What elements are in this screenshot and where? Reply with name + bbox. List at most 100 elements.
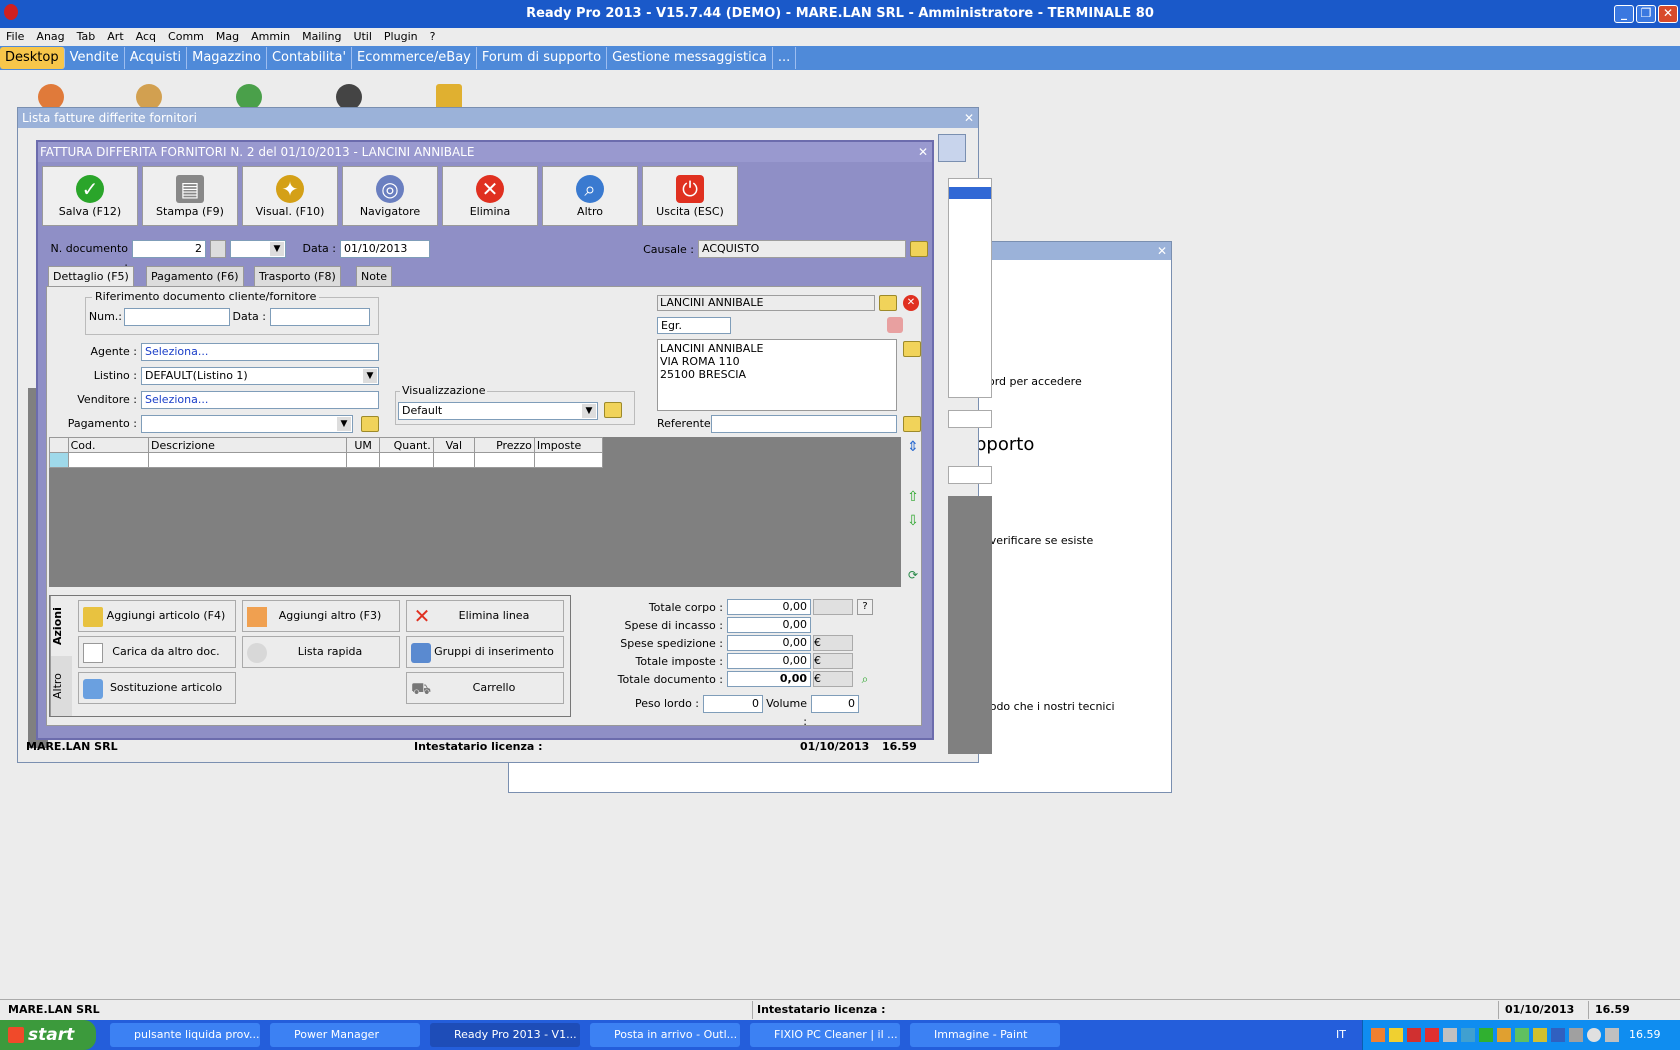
menu-acq[interactable]: Acq <box>130 28 162 46</box>
minimize-icon[interactable]: _ <box>1614 5 1634 23</box>
tab-desktop[interactable]: Desktop <box>0 47 65 69</box>
visualizzazione-select[interactable]: Default ▼ <box>398 402 598 420</box>
tab-ecommerce[interactable]: Ecommerce/eBay <box>352 47 477 69</box>
tab-contabilita[interactable]: Contabilita' <box>267 47 353 69</box>
move-up-icon[interactable]: ⇧ <box>905 489 921 505</box>
grid-header-prezzo[interactable]: Prezzo <box>474 437 535 453</box>
taskbar-item-readypro[interactable]: Ready Pro 2013 - V1... <box>430 1023 580 1047</box>
tab-note[interactable]: Note <box>356 266 393 286</box>
spese-spedizione-value[interactable]: 0,00 <box>727 635 811 651</box>
grid-header-imposte[interactable]: Imposte <box>533 437 604 453</box>
tray-icon-7[interactable] <box>1479 1028 1493 1042</box>
chevron-down-icon[interactable]: ▼ <box>337 417 351 431</box>
refresh-icon[interactable]: ⟳ <box>905 567 921 583</box>
row-indicator[interactable] <box>49 452 69 468</box>
menu-help[interactable]: ? <box>424 28 442 46</box>
cliente-clear-icon[interactable]: ✕ <box>903 295 919 311</box>
move-down-icon[interactable]: ⇩ <box>905 513 921 529</box>
referente-input[interactable] <box>711 415 897 433</box>
address-box[interactable]: LANCINI ANNIBALE VIA ROMA 110 25100 BRES… <box>657 339 897 411</box>
rows-grid[interactable]: Cod. Descrizione UM Quant. Val Prezzo Im… <box>49 437 901 587</box>
ndoc-series-select[interactable]: ▼ <box>230 240 286 258</box>
grid-header-descrizione[interactable]: Descrizione <box>148 437 348 453</box>
cliente-folder-icon[interactable] <box>879 295 897 311</box>
ndoc-input[interactable]: 2 <box>132 240 206 258</box>
exit-button[interactable]: ⏻ Uscita (ESC) <box>642 166 738 226</box>
tab-acquisti[interactable]: Acquisti <box>125 47 188 69</box>
delete-button[interactable]: ✕ Elimina <box>442 166 538 226</box>
tab-forum[interactable]: Forum di supporto <box>477 47 608 69</box>
side-tab-altro[interactable]: Altro <box>50 656 72 716</box>
menu-tab[interactable]: Tab <box>71 28 102 46</box>
pagamento-select[interactable]: ▼ <box>141 415 353 433</box>
cell-descrizione[interactable] <box>148 452 348 468</box>
agente-input[interactable]: Seleziona... <box>141 343 379 361</box>
navigator-button[interactable]: ◎ Navigatore <box>342 166 438 226</box>
close-icon[interactable]: ✕ <box>1658 5 1678 23</box>
tab-pagamento[interactable]: Pagamento (F6) <box>146 266 244 286</box>
table-row[interactable] <box>49 452 604 468</box>
menu-plugin[interactable]: Plugin <box>378 28 424 46</box>
cell-cod[interactable] <box>67 452 150 468</box>
help-button[interactable]: ? <box>857 599 873 615</box>
list-window-selected-row[interactable] <box>949 187 991 199</box>
tray-icon-9[interactable] <box>1515 1028 1529 1042</box>
address-folder-icon[interactable] <box>903 341 921 357</box>
tray-icon-10[interactable] <box>1533 1028 1547 1042</box>
menu-art[interactable]: Art <box>101 28 129 46</box>
titolo-input[interactable]: Egr. <box>657 317 731 334</box>
visualizzazione-folder-icon[interactable] <box>604 402 622 418</box>
tray-icon-2[interactable] <box>1389 1028 1403 1042</box>
list-window-close-icon[interactable]: ✕ <box>964 108 974 128</box>
tab-dettaglio[interactable]: Dettaglio (F5) <box>48 266 134 286</box>
menu-anag[interactable]: Anag <box>30 28 70 46</box>
chevron-down-icon[interactable]: ▼ <box>270 242 284 256</box>
grid-header-cod[interactable]: Cod. <box>67 437 150 453</box>
taskbar-item-fixio[interactable]: FIXIO PC Cleaner | il ... <box>750 1023 900 1047</box>
load-doc-button[interactable]: Carica da altro doc. <box>78 636 236 668</box>
rif-date-input[interactable] <box>270 308 370 326</box>
cell-val[interactable] <box>432 452 476 468</box>
invoice-close-icon[interactable]: ✕ <box>918 142 928 162</box>
tab-more[interactable]: ... <box>773 47 797 69</box>
grid-header-um[interactable]: UM <box>346 437 381 453</box>
cell-prezzo[interactable] <box>474 452 535 468</box>
background-window-close-icon[interactable]: ✕ <box>1157 242 1167 260</box>
quick-list-button[interactable]: Lista rapida <box>242 636 400 668</box>
taskbar-item-ie[interactable]: pulsante liquida prov... <box>110 1023 260 1047</box>
tray-icon-6[interactable] <box>1461 1028 1475 1042</box>
menu-mailing[interactable]: Mailing <box>296 28 347 46</box>
clock[interactable]: 16.59 <box>1629 1020 1661 1050</box>
rif-num-input[interactable] <box>124 308 230 326</box>
pagamento-folder-icon[interactable] <box>361 416 379 432</box>
tab-vendite[interactable]: Vendite <box>65 47 125 69</box>
volume-icon[interactable] <box>1605 1028 1619 1042</box>
cart-button[interactable]: ⛟ Carrello <box>406 672 564 704</box>
taskbar-item-paint[interactable]: Immagine - Paint <box>910 1023 1060 1047</box>
date-input[interactable]: 01/10/2013 <box>340 240 430 258</box>
visual-button[interactable]: ✦ Visual. (F10) <box>242 166 338 226</box>
causale-field[interactable]: ACQUISTO <box>698 240 906 258</box>
menu-comm[interactable]: Comm <box>162 28 210 46</box>
tray-icon-13[interactable] <box>1587 1028 1601 1042</box>
volume-input[interactable]: 0 <box>811 695 859 713</box>
referente-folder-icon[interactable] <box>903 416 921 432</box>
add-other-button[interactable]: Aggiungi altro (F3) <box>242 600 400 632</box>
zoom-icon[interactable]: ⌕ <box>857 671 873 687</box>
tray-icon-5[interactable] <box>1443 1028 1457 1042</box>
venditore-input[interactable]: Seleziona... <box>141 391 379 409</box>
menu-util[interactable]: Util <box>347 28 377 46</box>
tray-icon-4[interactable] <box>1425 1028 1439 1042</box>
insert-groups-button[interactable]: Gruppi di inserimento <box>406 636 564 668</box>
tray-icon-1[interactable] <box>1371 1028 1385 1042</box>
print-button[interactable]: ▤ Stampa (F9) <box>142 166 238 226</box>
cliente-field[interactable]: LANCINI ANNIBALE <box>657 295 875 311</box>
tray-icon-11[interactable] <box>1551 1028 1565 1042</box>
language-indicator[interactable]: IT <box>1326 1020 1356 1050</box>
cell-quant[interactable] <box>379 452 434 468</box>
cell-um[interactable] <box>346 452 381 468</box>
chevron-down-icon[interactable]: ▼ <box>363 369 377 383</box>
causale-folder-icon[interactable] <box>910 241 928 257</box>
peso-input[interactable]: 0 <box>703 695 763 713</box>
list-window-side-list[interactable] <box>948 178 992 398</box>
